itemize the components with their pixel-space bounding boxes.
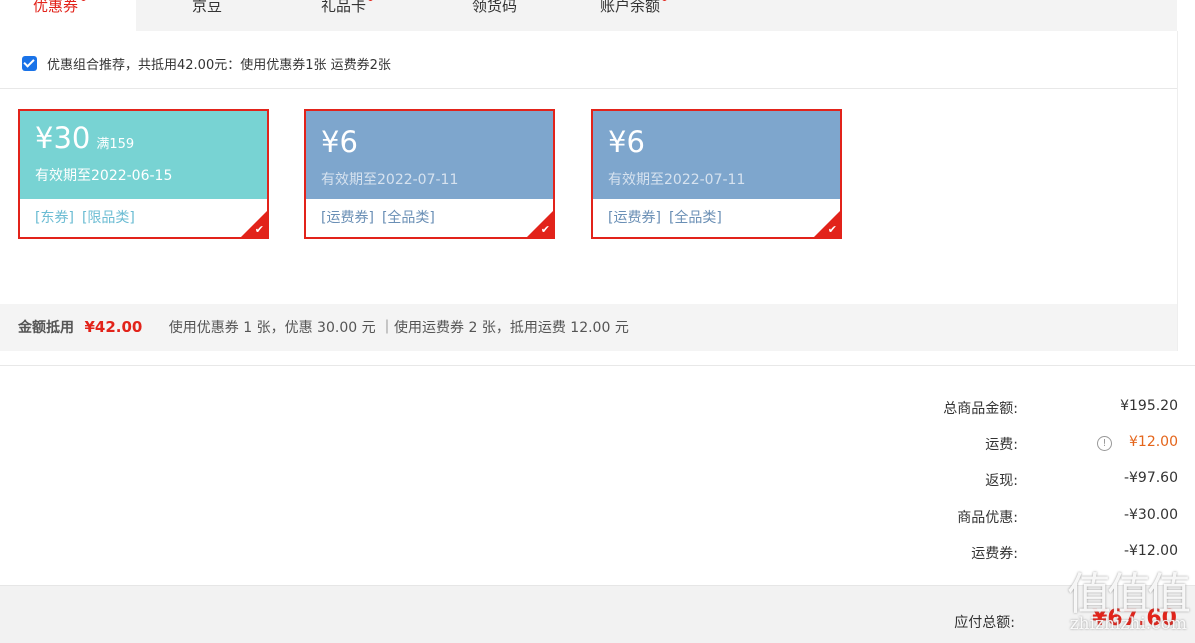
coupon-expiry: 有效期至2022-07-11 bbox=[321, 172, 459, 188]
notification-dot bbox=[81, 0, 86, 1]
cashback-value: -¥97.60 bbox=[1123, 470, 1178, 486]
product-discount-value: -¥30.00 bbox=[1123, 507, 1178, 523]
summary-label: 金额抵用 bbox=[18, 320, 74, 336]
tab-label: 礼品卡 bbox=[321, 0, 367, 15]
product-discount-label: 商品优惠: bbox=[957, 510, 1018, 526]
tab-label: 优惠券 bbox=[33, 0, 79, 15]
coupon-condition: 满159 bbox=[96, 137, 135, 152]
coupon-header: ¥6 有效期至2022-07-11 bbox=[593, 111, 840, 199]
total-value: ¥195.20 bbox=[1120, 398, 1178, 414]
coupon-tag: [运费券] bbox=[608, 210, 661, 226]
total-row: 总商品金额: ¥195.20 bbox=[800, 398, 1178, 418]
coupon-tag: [东券] bbox=[35, 210, 74, 226]
tab-redeem-code[interactable]: 领货码 bbox=[472, 0, 532, 24]
coupon-expiry: 有效期至2022-07-11 bbox=[608, 172, 746, 188]
watermark-url: zhizhizhi.com bbox=[1069, 614, 1187, 634]
info-icon[interactable]: ! bbox=[1097, 436, 1112, 451]
coupon-tag: [全品类] bbox=[668, 210, 722, 226]
coupon-expiry: 有效期至2022-06-15 bbox=[35, 168, 173, 184]
coupon-header: ¥6 有效期至2022-07-11 bbox=[306, 111, 553, 199]
shipping-coupon-label: 运费券: bbox=[971, 546, 1018, 562]
combo-checkbox[interactable] bbox=[22, 56, 37, 71]
coupon-tag: [全品类] bbox=[381, 210, 435, 226]
shipping-label: 运费: bbox=[985, 437, 1018, 453]
summary-amount: ¥42.00 bbox=[84, 318, 143, 336]
summary-detail: 使用优惠券 1 张，优惠 30.00 元 ｜使用运费券 2 张，抵用运费 12.… bbox=[168, 320, 629, 336]
coupon-tags: [运费券] [全品类] bbox=[306, 199, 553, 227]
coupon-amount: ¥6 bbox=[321, 125, 358, 159]
tab-jingdou[interactable]: 京豆 bbox=[192, 0, 252, 24]
checkmark-icon: ✔ bbox=[540, 223, 550, 236]
tab-label: 领货码 bbox=[472, 0, 518, 15]
combo-text: 优惠组合推荐，共抵用42.00元：使用优惠券1张 运费券2张 bbox=[47, 58, 391, 73]
payable-label: 应付总额: bbox=[954, 615, 1015, 631]
discount-summary-bar: 金额抵用 ¥42.00 使用优惠券 1 张，优惠 30.00 元 ｜使用运费券 … bbox=[0, 304, 1177, 351]
divider bbox=[0, 88, 1177, 89]
coupon-header: ¥30 满159 有效期至2022-06-15 bbox=[20, 111, 267, 199]
coupon-tag: [限品类] bbox=[81, 210, 135, 226]
tab-gift-card[interactable]: 礼品卡 bbox=[321, 0, 381, 24]
coupon-card[interactable]: ¥6 有效期至2022-07-11 [运费券] [全品类] ✔ bbox=[304, 109, 555, 239]
tab-account-balance[interactable]: 账户余额 bbox=[600, 0, 680, 24]
product-discount-row: 商品优惠: -¥30.00 bbox=[800, 507, 1178, 527]
divider bbox=[0, 365, 1195, 366]
coupon-amount: ¥30 满159 bbox=[35, 121, 135, 155]
coupon-tags: [运费券] [全品类] bbox=[593, 199, 840, 227]
combo-recommendation[interactable]: 优惠组合推荐，共抵用42.00元：使用优惠券1张 运费券2张 bbox=[22, 54, 391, 73]
notification-dot bbox=[368, 0, 373, 1]
shipping-value: ¥12.00 bbox=[1129, 434, 1178, 450]
checkmark-icon: ✔ bbox=[827, 223, 837, 236]
coupon-card[interactable]: ¥6 有效期至2022-07-11 [运费券] [全品类] ✔ bbox=[591, 109, 842, 239]
checkmark-icon: ✔ bbox=[254, 223, 264, 236]
tab-coupons[interactable]: 优惠券 bbox=[0, 0, 136, 31]
payable-bar: 应付总额: ¥67.60 bbox=[0, 585, 1195, 643]
shipping-coupon-value: -¥12.00 bbox=[1123, 543, 1178, 559]
coupon-card[interactable]: ¥30 满159 有效期至2022-06-15 [东券] [限品类] ✔ bbox=[18, 109, 269, 239]
coupon-tags: [东券] [限品类] bbox=[20, 199, 267, 227]
total-label: 总商品金额: bbox=[943, 401, 1018, 417]
cashback-label: 返现: bbox=[985, 473, 1018, 489]
tab-label: 京豆 bbox=[192, 0, 223, 15]
tab-label: 账户余额 bbox=[600, 0, 661, 15]
coupon-panel: 优惠组合推荐，共抵用42.00元：使用优惠券1张 运费券2张 ¥30 满159 有… bbox=[0, 31, 1178, 351]
shipping-row: 运费: ! ¥12.00 bbox=[800, 434, 1178, 454]
coupon-tag: [运费券] bbox=[321, 210, 374, 226]
cashback-row: 返现: -¥97.60 bbox=[800, 470, 1178, 490]
notification-dot bbox=[662, 0, 667, 1]
coupon-tab-bar: 优惠券 京豆 礼品卡 领货码 账户余额 bbox=[0, 0, 1177, 31]
watermark-logo: 值值值 bbox=[1067, 569, 1191, 620]
coupon-amount: ¥6 bbox=[608, 125, 645, 159]
